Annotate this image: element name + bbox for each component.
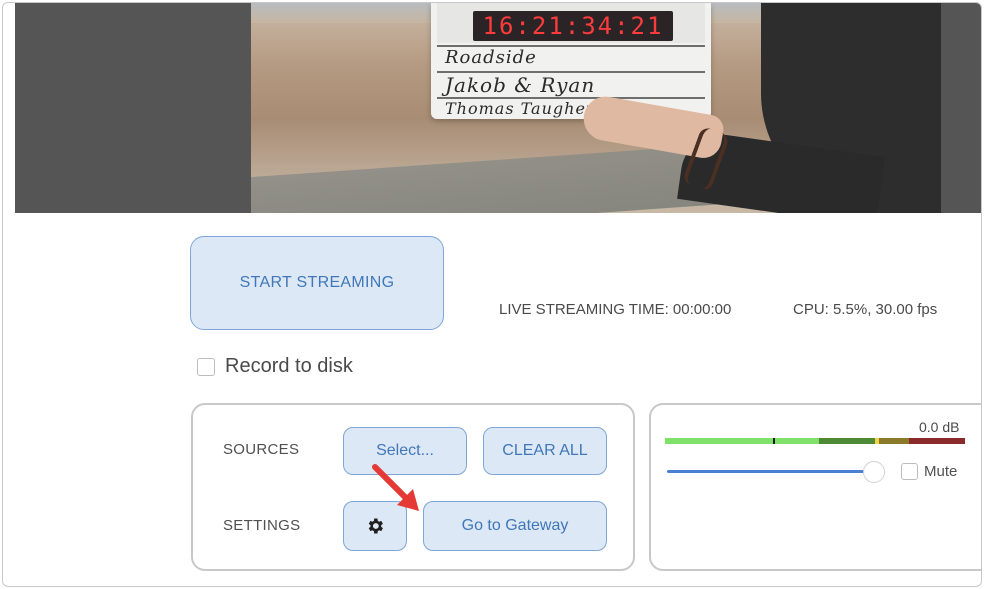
settings-label: SETTINGS bbox=[223, 517, 301, 534]
volume-slider-track[interactable] bbox=[667, 470, 875, 473]
record-to-disk[interactable]: Record to disk bbox=[197, 355, 353, 378]
mute-toggle[interactable]: Mute bbox=[901, 463, 957, 480]
audio-level-meter bbox=[665, 438, 965, 444]
slate-line-2: Jakob & Ryan bbox=[445, 73, 596, 97]
mute-checkbox[interactable] bbox=[901, 463, 918, 480]
volume-slider-handle[interactable] bbox=[863, 461, 885, 483]
record-to-disk-label: Record to disk bbox=[225, 355, 353, 377]
annotation-arrow bbox=[372, 464, 419, 511]
sources-label: SOURCES bbox=[223, 441, 300, 458]
audio-db-level: 0.0 dB bbox=[919, 419, 960, 435]
start-streaming-button[interactable]: START STREAMING bbox=[190, 236, 444, 330]
go-to-gateway-button[interactable]: Go to Gateway bbox=[423, 501, 607, 551]
audio-panel: 0.0 dB Mute bbox=[649, 403, 981, 571]
clear-all-button[interactable]: CLEAR ALL bbox=[483, 427, 607, 475]
video-preview-area: 16:21:34:21 Roadside Jakob & Ryan Thomas… bbox=[15, 3, 981, 213]
video-preview: 16:21:34:21 Roadside Jakob & Ryan Thomas… bbox=[251, 3, 941, 213]
app-frame: 16:21:34:21 Roadside Jakob & Ryan Thomas… bbox=[2, 2, 982, 587]
clapperboard: 16:21:34:21 Roadside Jakob & Ryan Thomas… bbox=[431, 3, 711, 119]
slate-line-3: Thomas Taugher bbox=[445, 99, 595, 118]
cpu-status: CPU: 5.5%, 30.00 fps bbox=[793, 301, 938, 318]
slate-line-1: Roadside bbox=[445, 47, 537, 68]
record-to-disk-checkbox[interactable] bbox=[197, 357, 215, 376]
slate-timecode: 16:21:34:21 bbox=[473, 11, 673, 41]
live-streaming-time: LIVE STREAMING TIME: 00:00:00 bbox=[499, 301, 732, 318]
mute-label: Mute bbox=[924, 463, 958, 480]
